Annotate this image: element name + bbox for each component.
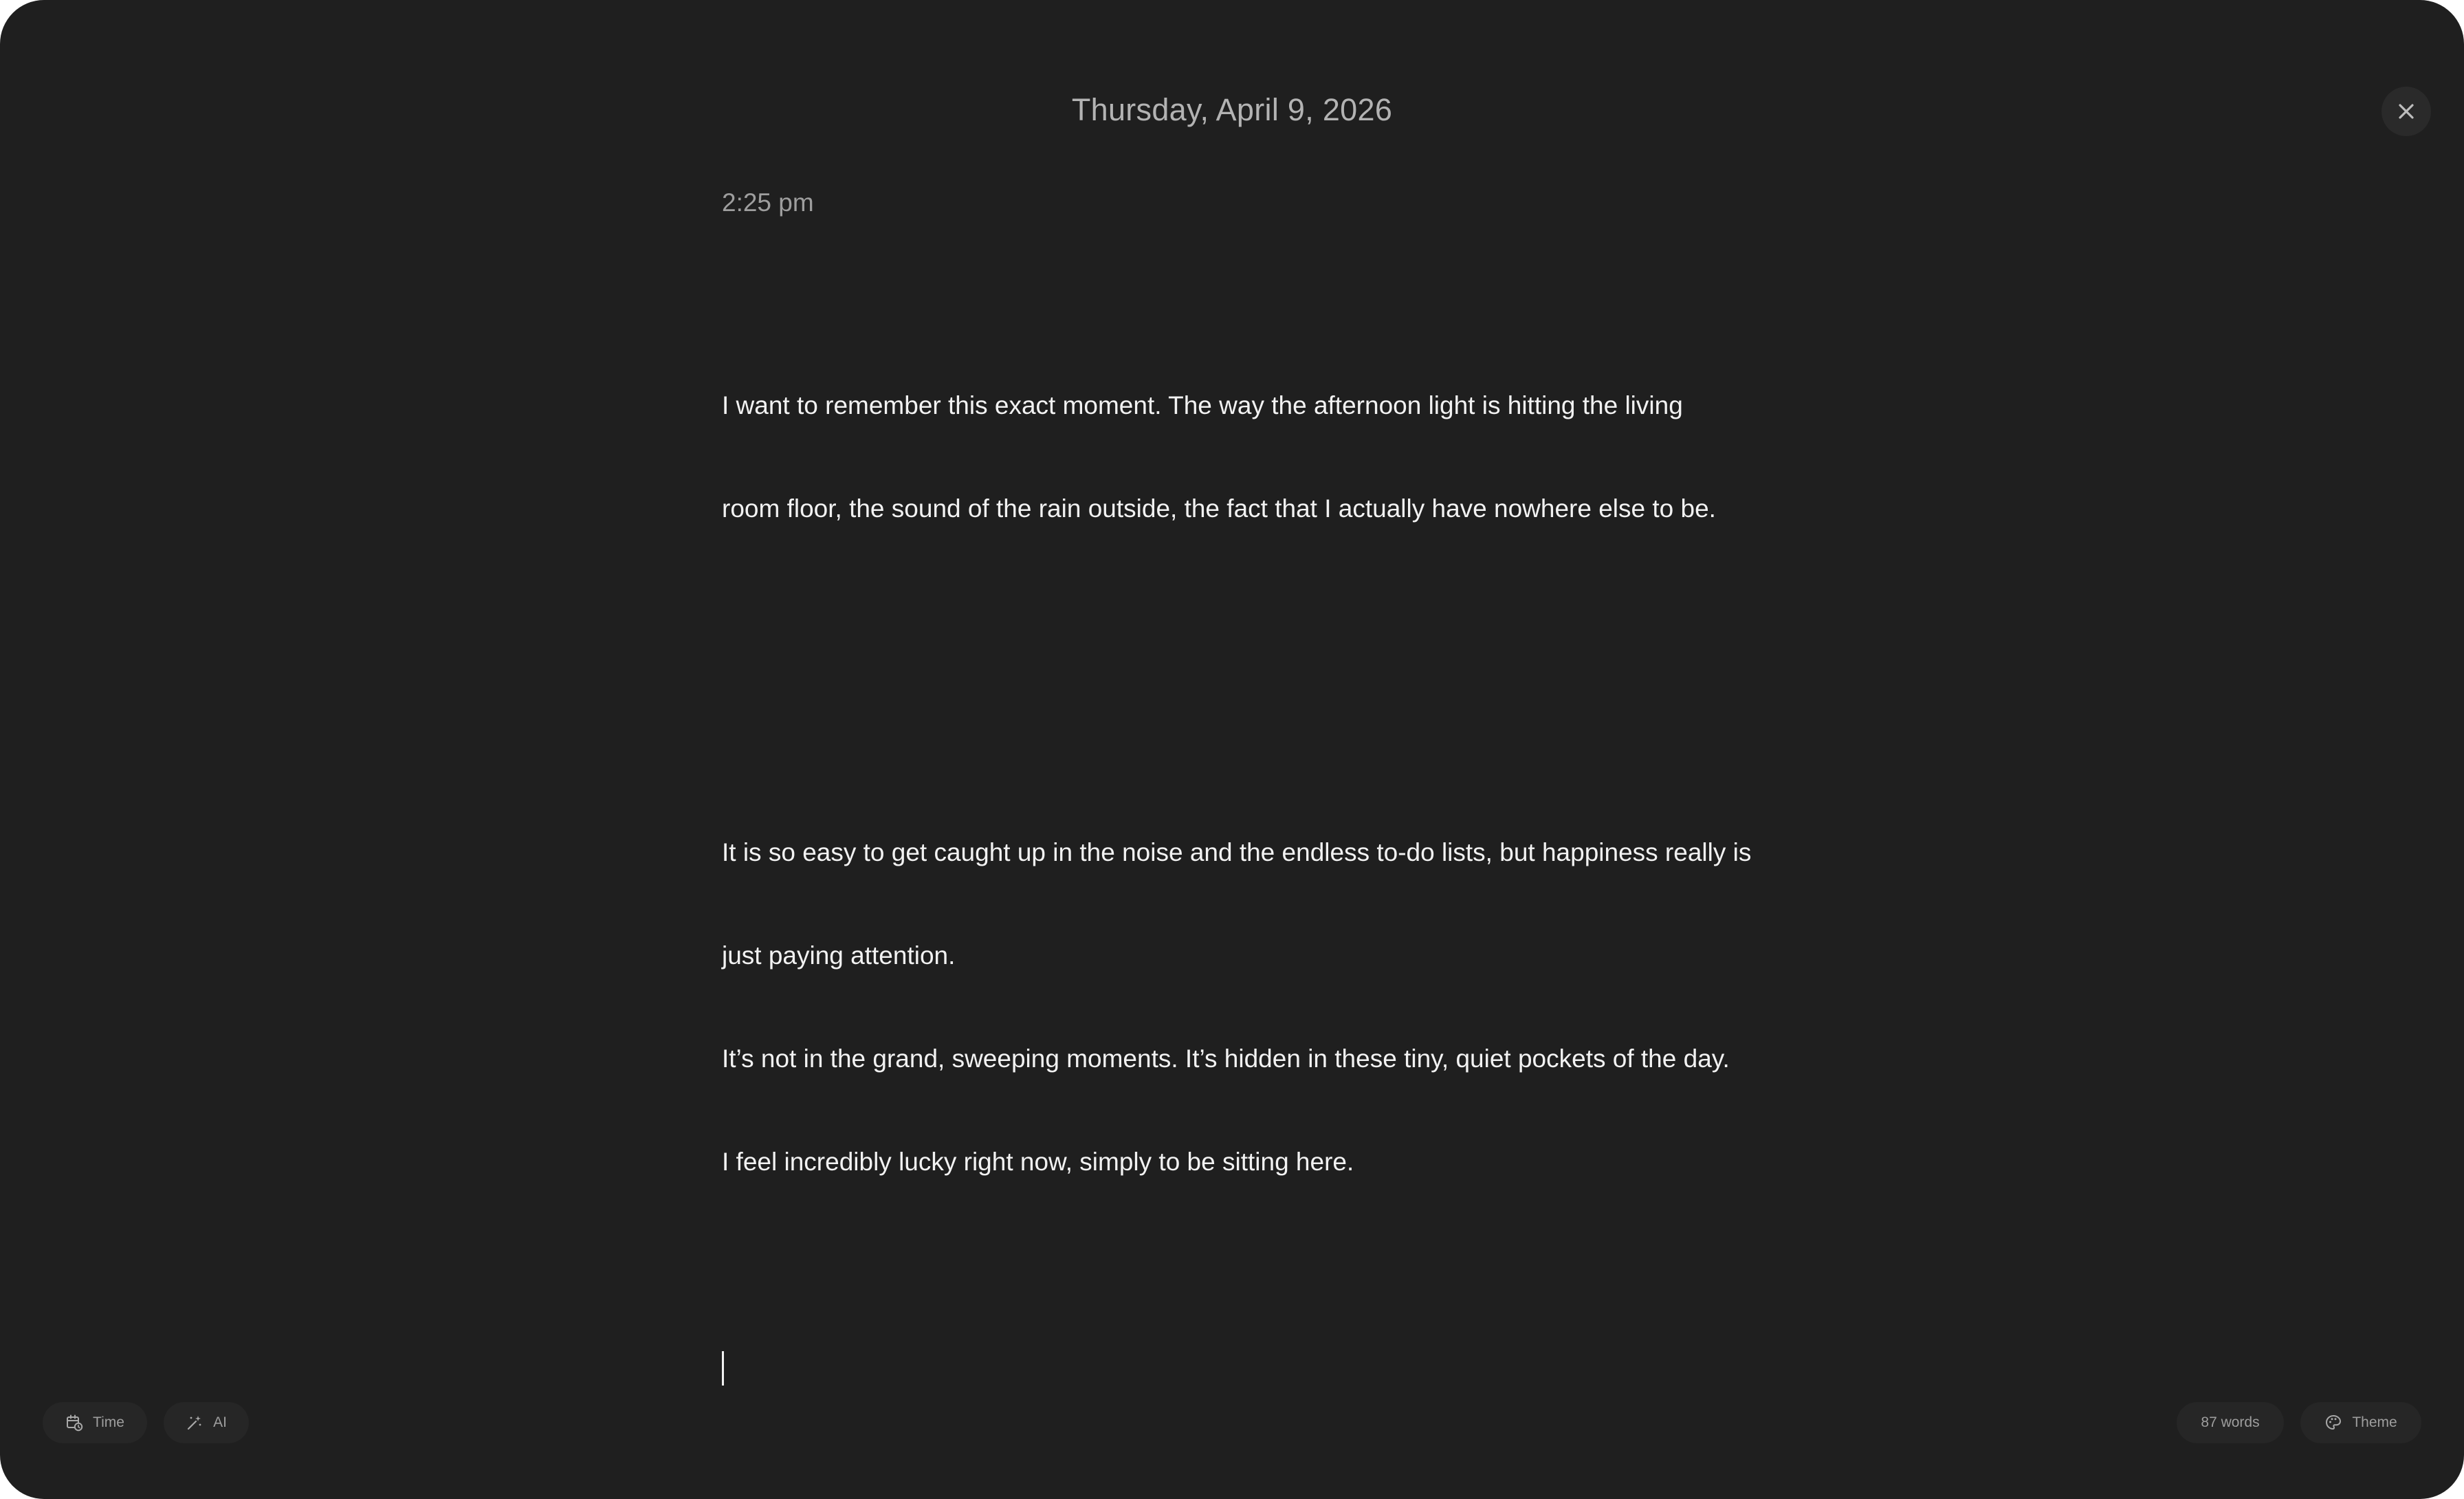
entry-date-title: Thursday, April 9, 2026 [1071,92,1393,127]
palette-icon [2326,1415,2342,1430]
entry-line: just paying attention. [722,941,956,970]
entry-body-text[interactable]: I want to remember this exact moment. Th… [722,251,1794,1454]
entry-line: I feel incredibly lucky right now, simpl… [722,1148,1354,1176]
theme-button[interactable]: Theme [2300,1402,2421,1443]
close-button[interactable] [2382,87,2431,136]
word-count-badge: 87 words [2177,1402,2284,1443]
magic-wand-icon [187,1416,201,1430]
entry-line: I want to remember this exact moment. Th… [722,391,1683,419]
theme-button-label: Theme [2352,1414,2397,1430]
ai-button-label: AI [213,1414,227,1430]
ai-button[interactable]: AI [164,1402,249,1443]
entry-line: It is so easy to get caught up in the no… [722,838,1752,866]
time-button[interactable]: Time [43,1402,147,1443]
word-count-label: 87 words [2201,1414,2260,1430]
journal-window: Thursday, April 9, 2026 2:25 pm I want t… [0,0,2464,1499]
calendar-clock-icon [67,1414,83,1432]
entry-line: It’s not in the grand, sweeping moments.… [722,1044,1730,1073]
close-icon [2399,104,2414,119]
text-cursor [722,1351,724,1386]
journal-editor[interactable]: 2:25 pm I want to remember this exact mo… [722,182,1794,1454]
time-button-label: Time [93,1414,124,1430]
entry-time: 2:25 pm [722,188,814,217]
entry-line: room floor, the sound of the rain outsid… [722,494,1716,523]
entry-paragraph: I want to remember this exact moment. Th… [722,320,1794,595]
entry-paragraph: It is so easy to get caught up in the no… [722,767,1794,1248]
